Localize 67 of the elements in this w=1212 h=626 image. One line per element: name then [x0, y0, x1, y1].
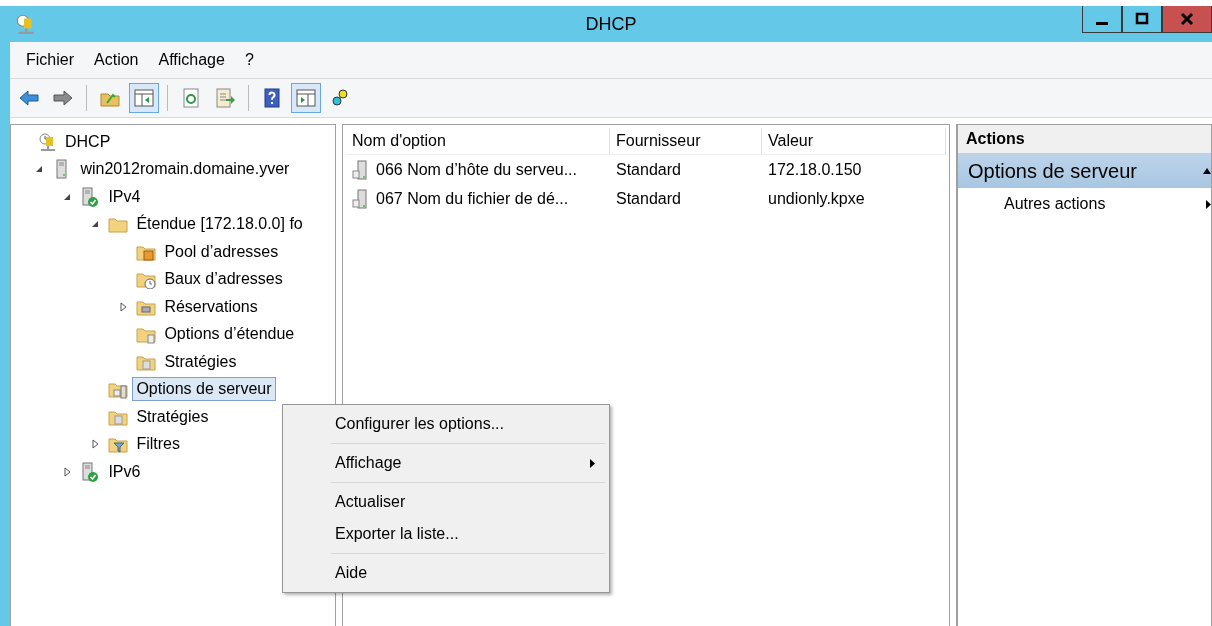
section-title: Options de serveur [968, 159, 1137, 183]
expand-icon[interactable] [91, 439, 99, 450]
menu-item[interactable]: Fichier [16, 51, 84, 69]
server-check-icon [80, 461, 101, 482]
server-option-icon [352, 159, 370, 180]
tree-item[interactable]: Étendue [172.18.0.0] fo [132, 212, 307, 237]
show-tree-button[interactable] [129, 83, 159, 113]
server-check-icon [80, 186, 101, 207]
menu-item[interactable]: Affichage [148, 51, 235, 69]
tree-item[interactable]: IPv6 [104, 459, 145, 484]
table-cell: Standard [616, 160, 681, 179]
dhcp-server-icon [37, 131, 57, 152]
expand-icon[interactable] [63, 466, 71, 477]
pane-icon [133, 87, 155, 109]
tree-item[interactable]: Baux d’adresses [160, 267, 287, 292]
server-option-icon [352, 188, 370, 209]
forward-arrow-icon [52, 87, 74, 109]
tree-item[interactable]: IPv4 [104, 184, 145, 209]
tree-item[interactable]: Stratégies [132, 404, 213, 429]
dhcp-app-icon [14, 13, 36, 35]
menu-option[interactable]: Configurer les options... [335, 415, 504, 433]
menu-option[interactable]: Actualiser [335, 493, 406, 511]
collapse-icon[interactable] [91, 220, 100, 229]
collapse-icon[interactable] [1203, 168, 1211, 174]
column-header[interactable]: Valeur [762, 128, 946, 155]
menu-option[interactable]: Exporter la liste... [335, 525, 459, 543]
gears-icon [329, 87, 351, 109]
export-list-icon [214, 87, 236, 109]
table-cell: 066 Nom d’hôte du serveu... [376, 160, 577, 179]
tree-item[interactable]: Réservations [160, 294, 262, 319]
back-arrow-icon [18, 87, 40, 109]
table-cell: undionly.kpxe [768, 189, 865, 208]
close-icon [1180, 12, 1194, 26]
window-title: DHCP [585, 14, 637, 35]
menu-item[interactable]: ? [234, 51, 264, 69]
table-cell: Standard [616, 189, 681, 208]
help-icon [261, 87, 283, 109]
column-header[interactable]: Fournisseur [610, 128, 762, 155]
collapse-icon[interactable] [63, 192, 72, 201]
show-actions-button[interactable] [291, 83, 321, 113]
pane-icon [295, 87, 317, 109]
tree-item[interactable]: Filtres [132, 432, 184, 457]
tree-item[interactable]: Options de serveur [132, 377, 276, 402]
menu-item[interactable]: Action [84, 51, 149, 69]
close-button[interactable] [1162, 6, 1212, 33]
actions-section[interactable]: Options de serveur [958, 154, 1211, 188]
minimize-button[interactable] [1082, 6, 1122, 33]
submenu-arrow-icon [1206, 199, 1211, 209]
menu-option[interactable]: Aide [335, 564, 368, 582]
minimize-icon [1096, 21, 1108, 25]
refresh-icon [180, 87, 202, 109]
table-cell: 172.18.0.150 [768, 160, 862, 179]
collapse-icon[interactable] [35, 165, 44, 174]
tree-item[interactable]: Pool d’adresses [160, 239, 283, 264]
column-header[interactable]: Nom d'option [346, 128, 610, 155]
tree-item[interactable]: win2012romain.domaine.yver [76, 157, 294, 182]
tree-item[interactable]: Stratégies [160, 349, 241, 374]
actions-header: Actions [958, 125, 1211, 154]
submenu-arrow-icon [590, 458, 595, 468]
table-cell: 067 Nom du fichier de dé... [376, 189, 569, 208]
tree-item[interactable]: Options d’étendue [160, 322, 299, 347]
expand-icon[interactable] [119, 301, 127, 312]
maximize-icon [1135, 12, 1149, 26]
menu-option[interactable]: Affichage [335, 454, 402, 472]
action-link[interactable]: Autres actions [1004, 195, 1106, 213]
maximize-button[interactable] [1122, 6, 1162, 33]
tree-item[interactable]: DHCP [61, 129, 115, 154]
